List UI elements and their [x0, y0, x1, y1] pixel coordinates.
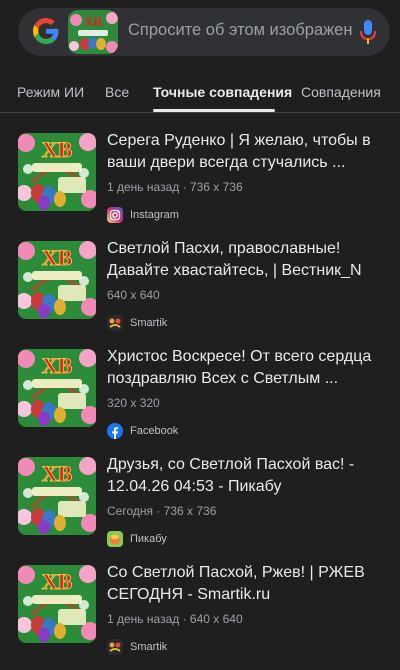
source-name: Facebook	[130, 425, 179, 437]
thumb-lettering: ХВ	[42, 461, 73, 486]
result-title[interactable]: Со Светлой Пасхой, Ржев! | РЖЕВ СЕГОДНЯ …	[107, 562, 392, 606]
source-name: Instagram	[130, 209, 179, 221]
result-item[interactable]: ХВ Христос Воскресе! От всего сердца позд…	[0, 346, 400, 454]
microphone-icon[interactable]	[360, 20, 376, 44]
tab-exact-matches[interactable]: Точные совпадения	[153, 84, 292, 100]
result-item[interactable]: ХВ Друзья, со Светлой Пасхой вас! - 12.04…	[0, 454, 400, 562]
result-source[interactable]: Instagram	[107, 206, 179, 224]
result-item[interactable]: ХВ Светлой Пасхи, православные! Давайте х…	[0, 238, 400, 346]
result-source[interactable]: Пикабу	[107, 530, 167, 548]
source-name: Пикабу	[130, 533, 167, 545]
divider	[0, 112, 400, 113]
pikabu-icon	[107, 531, 123, 547]
search-input[interactable]: Спросите об этом изображени	[128, 21, 353, 40]
result-meta: 1 день назад · 736 x 736	[107, 180, 243, 194]
query-image-thumbnail[interactable]: ХВ	[68, 10, 118, 54]
result-meta: Сегодня · 736 x 736	[107, 504, 217, 518]
thumb-lettering: ХВ	[42, 353, 73, 378]
result-meta: 320 x 320	[107, 396, 160, 410]
result-source[interactable]: Smartik	[107, 314, 167, 332]
source-name: Smartik	[130, 317, 168, 329]
search-bar[interactable]: ХВ Спросите об этом изображени	[18, 8, 390, 56]
result-thumbnail[interactable]: ХВ	[18, 133, 96, 211]
filter-tabs: Режим ИИ Все Точные совпадения Совпадени…	[0, 72, 400, 112]
result-meta: 640 x 640	[107, 288, 160, 302]
google-logo-icon[interactable]	[33, 18, 59, 44]
result-title[interactable]: Серега Руденко | Я желаю, чтобы в ваши д…	[107, 130, 392, 174]
result-meta: 1 день назад · 640 x 640	[107, 612, 243, 626]
result-title[interactable]: Светлой Пасхи, православные! Давайте хва…	[107, 238, 392, 282]
tab-all[interactable]: Все	[105, 84, 129, 100]
result-title[interactable]: Друзья, со Светлой Пасхой вас! - 12.04.2…	[107, 454, 392, 498]
result-item[interactable]: ХВ Серега Руденко | Я желаю, чтобы в ваши…	[0, 130, 400, 238]
source-name: Smartik	[130, 641, 168, 653]
result-thumbnail[interactable]: ХВ	[18, 241, 96, 319]
facebook-icon	[107, 423, 123, 439]
tab-matches[interactable]: Совпадения	[301, 84, 381, 100]
result-thumbnail[interactable]: ХВ	[18, 349, 96, 427]
smartik-icon	[107, 315, 123, 331]
result-title[interactable]: Христос Воскресе! От всего сердца поздра…	[107, 346, 392, 390]
result-source[interactable]: Facebook	[107, 422, 178, 440]
svg-text:ХВ: ХВ	[84, 14, 102, 29]
result-source[interactable]: Smartik	[107, 638, 167, 656]
smartik-icon	[107, 639, 123, 655]
thumb-lettering: ХВ	[42, 137, 73, 162]
thumb-lettering: ХВ	[42, 245, 73, 270]
result-thumbnail[interactable]: ХВ	[18, 565, 96, 643]
thumb-lettering: ХВ	[42, 569, 73, 594]
instagram-icon	[107, 207, 123, 223]
result-thumbnail[interactable]: ХВ	[18, 457, 96, 535]
tab-ai-mode[interactable]: Режим ИИ	[17, 84, 84, 100]
